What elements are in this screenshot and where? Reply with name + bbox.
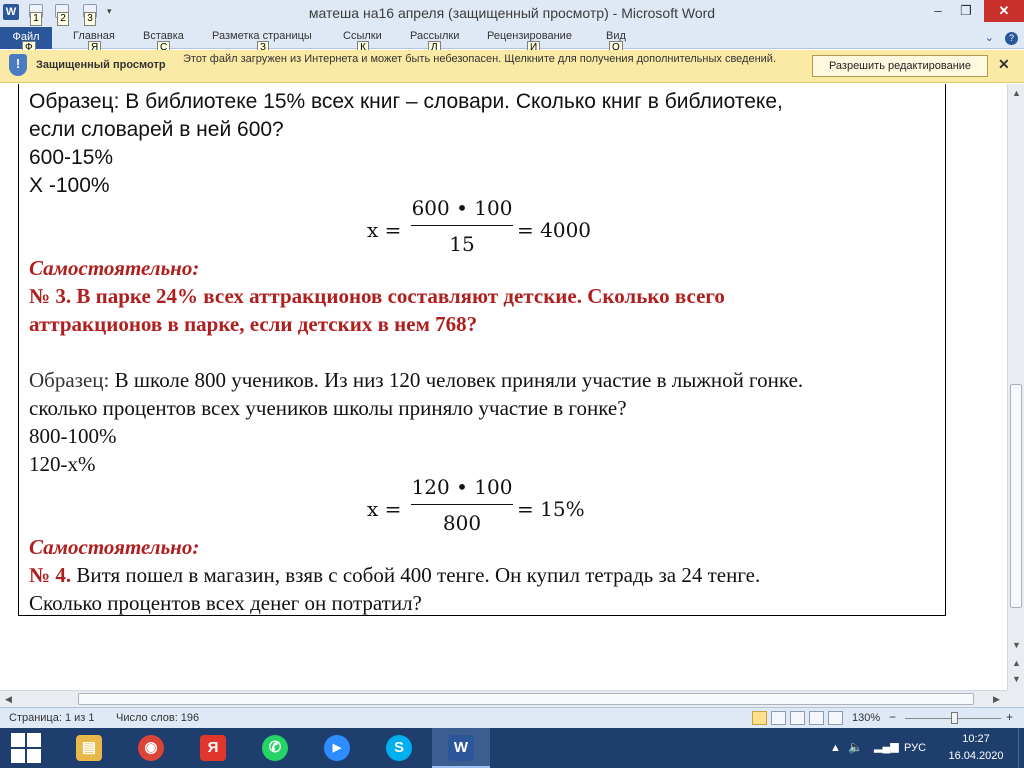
formula-lhs: x = [367, 497, 402, 521]
taskbar-word[interactable]: W [432, 728, 490, 768]
task4-number: № 4. [29, 563, 72, 587]
sample2-label: Образец: [29, 368, 110, 392]
show-desktop-button[interactable] [1018, 728, 1024, 768]
formula-denominator: 15 [449, 232, 475, 256]
formula-rhs: = 4000 [517, 218, 592, 242]
outline-view-button[interactable] [809, 711, 824, 725]
help-icon[interactable]: ? [1005, 32, 1018, 45]
sample2-proportion2: 120-х% [29, 452, 96, 476]
page-count[interactable]: Страница: 1 из 1 [9, 712, 95, 724]
scroll-up-icon[interactable]: ▲ [1010, 86, 1023, 100]
document-page: Образец: В библиотеке 15% всех книг – сл… [18, 84, 946, 616]
document-area: Образец: В библиотеке 15% всех книг – сл… [0, 84, 1007, 690]
ribbon-minimize-icon[interactable]: ⌄ [985, 32, 994, 44]
task4-text: Витя пошел в магазин, взяв с собой 400 т… [76, 563, 761, 587]
formula-numerator: 600 • 100 [411, 196, 513, 220]
whatsapp-icon: ✆ [262, 735, 288, 761]
sample2-proportion1: 800-100% [29, 424, 117, 448]
taskbar: ▤ ◉ Я ✆ ▶ S W ▲ 🔈 ▂▄▆ РУС 10:27 16.04.20… [0, 728, 1024, 768]
vertical-scroll-thumb[interactable] [1010, 384, 1022, 608]
prev-page-icon[interactable]: ▲ [1010, 656, 1023, 670]
taskbar-yandex[interactable]: Я [184, 728, 242, 768]
zoom-in-icon[interactable]: + [1006, 710, 1013, 724]
draft-view-button[interactable] [828, 711, 843, 725]
task4-line1: № 4. Витя пошел в магазин, взяв с собой … [29, 563, 760, 588]
scroll-left-icon[interactable]: ◀ [2, 692, 15, 706]
reading-view-button[interactable] [771, 711, 786, 725]
taskbar-whatsapp[interactable]: ✆ [246, 728, 304, 768]
scrollbar-corner [1007, 690, 1024, 707]
taskbar-zoom[interactable]: ▶ [308, 728, 366, 768]
taskbar-file-explorer[interactable]: ▤ [60, 728, 118, 768]
word-count[interactable]: Число слов: 196 [116, 712, 199, 724]
formula-numerator: 120 • 100 [411, 475, 513, 499]
horizontal-scrollbar[interactable]: ◀ ▶ [0, 690, 1007, 707]
enable-editing-button[interactable]: Разрешить редактирование [812, 55, 988, 77]
protected-view-message[interactable]: Этот файл загружен из Интернета и может … [183, 53, 783, 66]
close-icon[interactable]: ✕ [998, 56, 1010, 73]
task3-text: В парке 24% всех аттракционов составляют… [76, 284, 725, 308]
minimize-button[interactable]: – [924, 0, 952, 22]
ribbon-controls: ⌄ ? [985, 31, 1018, 45]
task4-line2: Сколько процентов всех денег он потратил… [29, 591, 422, 615]
taskbar-chrome[interactable]: ◉ [122, 728, 180, 768]
self-work-heading: Самостоятельно: [29, 256, 200, 280]
task3-line2: аттракционов в парке, если детских в нем… [29, 312, 478, 336]
vertical-scrollbar[interactable]: ▲ ▼ ▲ ▼ [1007, 84, 1024, 690]
sample2-text: В школе 800 учеников. Из низ 120 человек… [114, 368, 804, 392]
sample1-line1: Образец: В библиотеке 15% всех книг – сл… [29, 90, 783, 113]
print-layout-view-button[interactable] [752, 711, 767, 725]
network-icon[interactable]: ▂▄▆ [874, 740, 899, 753]
fraction-bar [411, 504, 513, 505]
formula-rhs: = 15% [517, 497, 585, 521]
taskbar-skype[interactable]: S [370, 728, 428, 768]
clock-time[interactable]: 10:27 [944, 733, 1008, 745]
scroll-down-icon[interactable]: ▼ [1010, 638, 1023, 652]
title-bar: W ▾ 1 2 3 матеша на16 апреля (защищенный… [0, 0, 1024, 27]
formula-2: x = 120 • 100 800 = 15% [367, 475, 607, 537]
horizontal-scroll-thumb[interactable] [78, 693, 974, 705]
yandex-icon: Я [200, 735, 226, 761]
task3-line1: № 3. В парке 24% всех аттракционов соста… [29, 284, 725, 309]
scroll-right-icon[interactable]: ▶ [990, 692, 1003, 706]
chrome-icon: ◉ [138, 735, 164, 761]
zoom-level[interactable]: 130% [852, 712, 880, 724]
skype-icon: S [386, 735, 412, 761]
formula-denominator: 800 [442, 511, 482, 535]
sample2-line2: сколько процентов всех учеников школы пр… [29, 396, 627, 420]
protected-view-title: Защищенный просмотр [36, 59, 166, 71]
formula-1: x = 600 • 100 15 = 4000 [367, 196, 607, 258]
volume-icon[interactable]: 🔈 [848, 740, 863, 754]
zoom-slider-thumb[interactable] [951, 712, 958, 724]
fraction-bar [411, 225, 513, 226]
web-layout-view-button[interactable] [790, 711, 805, 725]
close-button[interactable]: ✕ [984, 0, 1024, 22]
task3-number: № 3. [29, 284, 72, 308]
formula-lhs: x = [367, 218, 402, 242]
sample1-line2: если словарей в ней 600? [29, 118, 284, 141]
next-page-icon[interactable]: ▼ [1010, 672, 1023, 686]
restore-button[interactable]: ❐ [952, 0, 980, 22]
zoom-app-icon: ▶ [324, 735, 350, 761]
ribbon-tabs: Файл Главная Вставка Разметка страницы С… [0, 27, 1024, 55]
sample1-proportion2: Х -100% [29, 174, 110, 197]
show-hidden-icons-icon[interactable]: ▲ [830, 742, 841, 754]
status-bar: Страница: 1 из 1 Число слов: 196 130% − … [0, 707, 1024, 728]
start-button[interactable] [0, 728, 52, 768]
language-indicator[interactable]: РУС [904, 742, 926, 754]
sample1-proportion1: 600-15% [29, 146, 114, 169]
self-work-heading: Самостоятельно: [29, 535, 200, 559]
window-title: матеша на16 апреля (защищенный просмотр)… [308, 5, 716, 21]
sample2-line1: Образец: В школе 800 учеников. Из низ 12… [29, 368, 803, 393]
word-icon: W [448, 735, 474, 761]
folder-icon: ▤ [76, 735, 102, 761]
shield-icon: ! [9, 54, 27, 76]
zoom-out-icon[interactable]: − [889, 710, 896, 724]
protected-view-bar: ! Защищенный просмотр Этот файл загружен… [0, 50, 1024, 83]
clock-date[interactable]: 16.04.2020 [944, 750, 1008, 762]
